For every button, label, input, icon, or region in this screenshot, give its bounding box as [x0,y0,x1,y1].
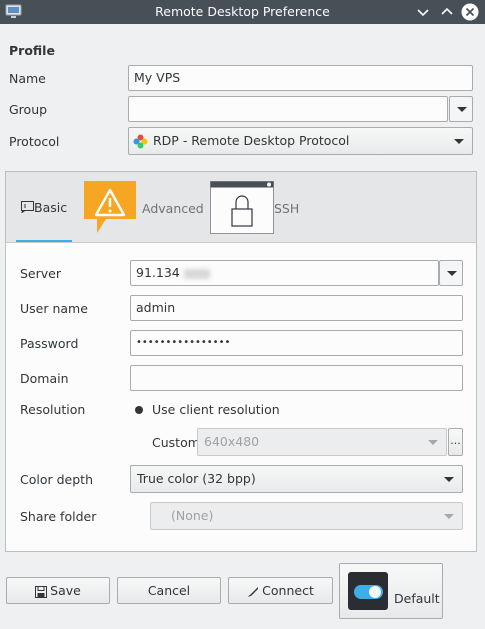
save-button[interactable]: Save [6,577,110,604]
custom-resolution-label[interactable]: Custom [152,435,200,450]
server-field[interactable]: 91.134 [130,260,439,286]
maximize-icon[interactable] [438,3,456,21]
tab-basic-label: Basic [34,200,68,215]
connect-icon [248,586,259,597]
warning-icon [84,181,136,233]
color-depth-label: Color depth [20,472,93,487]
group-dropdown-button[interactable] [449,96,473,122]
resolution-label: Resolution [20,402,86,417]
server-label: Server [20,266,61,281]
connect-button-label: Connect [262,583,314,598]
chevron-down-icon [454,139,464,144]
domain-label: Domain [20,371,69,386]
tab-basic[interactable]: Basic [20,200,68,215]
share-folder-dropdown[interactable]: (None) [150,502,463,530]
tab-ssh-label: SSH [274,201,300,216]
share-folder-label: Share folder [20,509,97,524]
color-depth-dropdown[interactable]: True color (32 bpp) [130,465,463,493]
window-title: Remote Desktop Preference [155,4,330,19]
minimize-icon[interactable] [414,3,432,21]
password-label: Password [20,336,79,351]
custom-resolution-dropdown[interactable]: 640x480 [197,428,447,456]
close-icon[interactable] [461,3,479,21]
custom-resolution-more-button[interactable]: ... [448,428,463,456]
share-folder-value: (None) [171,508,214,523]
cancel-button-label: Cancel [147,583,191,598]
custom-resolution-value: 640x480 [204,434,260,449]
ssh-lock-icon [210,181,274,234]
protocol-label: Protocol [9,134,60,149]
profile-section-label: Profile [9,43,55,58]
group-label: Group [9,102,48,117]
color-depth-value: True color (32 bpp) [137,471,256,486]
connect-button[interactable]: Connect [228,577,333,604]
toggle-switch-icon [348,572,388,610]
default-button-label: Default [394,591,440,606]
group-field[interactable] [128,96,448,122]
server-value: 91.134 [136,265,180,280]
username-label: User name [20,301,88,316]
name-label: Name [9,71,46,86]
rdp-protocol-icon [133,134,148,149]
title-bar: Remote Desktop Preference [0,0,485,24]
save-icon [35,585,48,598]
chevron-down-icon [428,440,438,445]
redacted-blur [183,268,210,279]
chevron-down-icon [444,477,454,482]
name-field[interactable]: My VPS [128,65,473,91]
basic-tab-icon [20,201,34,214]
protocol-value: RDP - Remote Desktop Protocol [153,133,350,148]
default-toggle-button[interactable]: Default [339,563,443,619]
tab-advanced[interactable]: Advanced [84,181,204,237]
username-field[interactable]: admin [130,295,463,321]
tab-ssh[interactable]: SSH [210,181,299,237]
chevron-down-icon [444,514,454,519]
cancel-button[interactable]: Cancel [117,577,221,604]
resolution-radio[interactable] [135,406,143,414]
password-field[interactable]: •••••••••••••••• [130,330,463,356]
resolution-option-label[interactable]: Use client resolution [152,402,280,417]
protocol-dropdown[interactable]: RDP - Remote Desktop Protocol [128,127,473,155]
save-button-label: Save [50,583,81,598]
server-dropdown-button[interactable] [439,260,463,286]
tab-advanced-label: Advanced [142,201,204,216]
domain-field[interactable] [130,365,463,391]
